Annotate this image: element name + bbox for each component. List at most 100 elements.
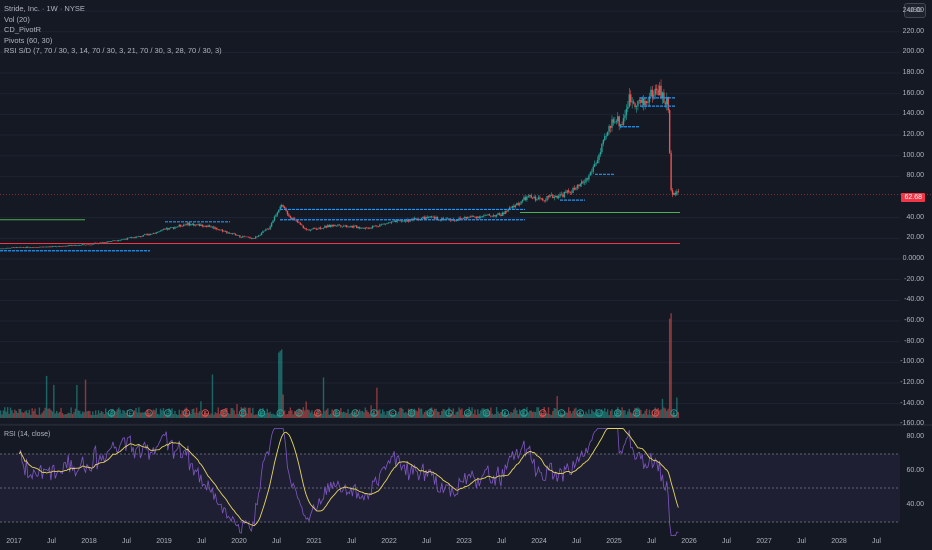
candle-body [640, 99, 642, 103]
candle-body [376, 225, 378, 227]
candle-body [410, 218, 413, 221]
volume-bar [549, 414, 551, 418]
candle-body [500, 214, 502, 216]
volume-bar [32, 411, 35, 418]
candle-body [632, 101, 635, 104]
candle-body [240, 237, 243, 238]
candle-body [230, 233, 232, 234]
candle-body [459, 217, 462, 219]
volume-bar [288, 411, 290, 418]
volume-bar [569, 410, 571, 418]
volume-bar [530, 410, 532, 418]
candle-body [113, 240, 116, 242]
candle-body [425, 217, 427, 220]
candle-body [143, 234, 146, 236]
candle-body [43, 246, 45, 248]
candle-body [66, 245, 68, 247]
volume-bar [585, 411, 587, 418]
candle-body [400, 220, 403, 222]
candle-body [527, 196, 530, 197]
volume-bar [273, 414, 276, 418]
price-axis-label: -120.00 [900, 378, 924, 386]
candle-body [151, 233, 153, 235]
volume-bar [102, 412, 104, 418]
candle-body [67, 245, 69, 247]
volume-bar [345, 412, 348, 418]
volume-bar [556, 396, 558, 418]
volume-bar [419, 408, 421, 418]
candle-body [592, 166, 594, 172]
volume-bar [511, 412, 514, 418]
volume-bar [58, 411, 61, 418]
candle-body [422, 216, 424, 219]
volume-bar [397, 411, 400, 418]
candle-body [50, 246, 52, 248]
candle-body [262, 231, 264, 234]
volume-bar [527, 412, 530, 418]
volume-bar [250, 413, 253, 418]
volume-bar [555, 408, 557, 418]
volume-bar [181, 410, 183, 418]
candle-body [102, 242, 104, 243]
volume-bar [660, 409, 662, 418]
candle-body [534, 196, 537, 201]
volume-bar [364, 407, 367, 418]
candle-body [462, 218, 465, 219]
volume-bar [255, 414, 257, 418]
candle-body [381, 223, 384, 225]
candle-body [569, 191, 571, 193]
price-chart[interactable]: EEEEEEEEEEEEEEEEEEEEEEEEEEEEEEE [0, 0, 932, 550]
candle-body [390, 221, 393, 223]
candle-body [198, 224, 201, 226]
candle-body [169, 227, 172, 229]
candle-body [337, 224, 339, 226]
candle-body [469, 216, 472, 218]
indicator-pivotr[interactable]: CD_PivotR [4, 25, 222, 36]
volume-bar [99, 413, 101, 418]
volume-bar [568, 407, 570, 418]
volume-bar [253, 414, 255, 418]
candle-body [216, 227, 218, 230]
candle-body [260, 233, 263, 236]
candle-body [664, 102, 667, 105]
time-axis-label: 2021 [306, 538, 322, 545]
volume-bar [40, 414, 42, 418]
volume-bar [8, 413, 10, 418]
candle-body [514, 205, 517, 208]
candle-body [208, 225, 211, 227]
rsi-panel-title[interactable]: RSI (14, close) [4, 431, 50, 438]
volume-bar [54, 413, 56, 418]
volume-bar [278, 352, 280, 418]
candle-body [115, 240, 117, 242]
price-axis-label: 120.00 [902, 131, 924, 139]
candle-body [608, 126, 610, 132]
volume-bar [677, 412, 680, 418]
candle-body [367, 227, 369, 229]
candle-body [71, 245, 74, 246]
volume-bar [347, 409, 349, 418]
volume-bar [256, 414, 258, 418]
time-axis-label: Jul [647, 538, 656, 545]
volume-bar [105, 408, 107, 418]
candle-body [283, 206, 286, 209]
indicator-volume[interactable]: Vol (20) [4, 15, 222, 26]
candle-body [415, 218, 417, 219]
candle-body [360, 228, 362, 229]
indicator-rsi-sd[interactable]: RSI S/D (7, 70 / 30, 3, 14, 70 / 30, 3, … [4, 46, 222, 57]
symbol-title[interactable]: Stride, Inc. · 1W · NYSE [4, 4, 222, 15]
candle-body [557, 196, 560, 198]
candle-body [315, 228, 318, 230]
volume-bar [513, 409, 515, 418]
volume-bar [350, 413, 352, 418]
volume-bar [265, 413, 267, 418]
candle-body [604, 136, 606, 141]
candle-body [553, 197, 555, 199]
indicator-pivots[interactable]: Pivots (60, 30) [4, 36, 222, 47]
volume-bar [565, 412, 567, 418]
candle-body [233, 233, 235, 235]
candle-body [197, 224, 199, 225]
volume-bar [438, 411, 440, 418]
volume-bar [272, 413, 274, 418]
candle-body [501, 212, 504, 216]
candle-body [625, 108, 628, 116]
